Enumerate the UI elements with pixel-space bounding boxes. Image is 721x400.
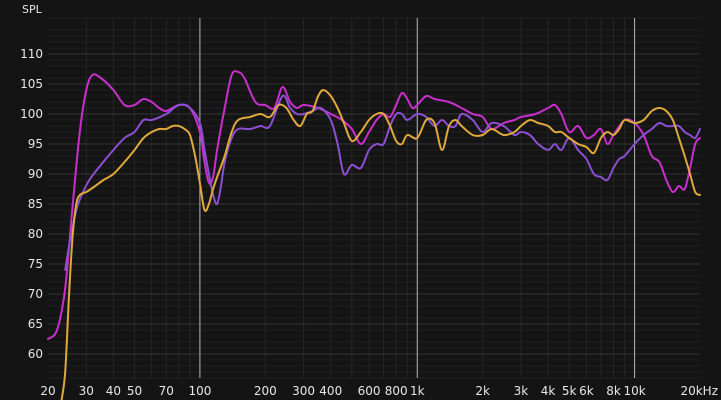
x-tick-label: 400 — [319, 384, 342, 398]
x-tick-label: 30 — [79, 384, 94, 398]
x-tick-label: 600 — [358, 384, 381, 398]
x-tick-label: 3k — [514, 384, 529, 398]
x-tick-label: 100 — [188, 384, 211, 398]
y-tick-label: 70 — [28, 287, 43, 301]
y-axis-title: SPL — [22, 3, 43, 16]
y-tick-label: 110 — [20, 47, 43, 61]
x-tick-label: 40 — [106, 384, 121, 398]
x-tick-label: 4k — [541, 384, 556, 398]
x-tick-labels: 20 30 40 50 70 100 200 300 400 600 800 1k 2k 3k 4k 5k 6k… — [40, 384, 718, 398]
x-tick-label: 200 — [254, 384, 277, 398]
x-tick-label: 70 — [159, 384, 174, 398]
x-tick-label: 20 — [40, 384, 55, 398]
y-tick-label: 100 — [20, 107, 43, 121]
y-tick-label: 90 — [28, 167, 43, 181]
y-tick-label: 105 — [20, 77, 43, 91]
y-tick-label: 75 — [28, 257, 43, 271]
x-tick-label: 20kHz — [680, 384, 718, 398]
x-tick-label: 50 — [127, 384, 142, 398]
frequency-response-chart: 20 30 40 50 70 100 200 300 400 600 800 1k 2k 3k 4k 5k 6k… — [0, 0, 721, 400]
x-tick-label: 1k — [410, 384, 425, 398]
grid — [48, 17, 700, 379]
y-tick-label: 60 — [28, 347, 43, 361]
y-tick-label: 95 — [28, 137, 43, 151]
y-tick-label: 85 — [28, 197, 43, 211]
x-tick-label: 300 — [292, 384, 315, 398]
x-tick-label: 800 — [385, 384, 408, 398]
x-tick-label: 6k — [579, 384, 594, 398]
x-tick-label: 10k — [623, 384, 645, 398]
x-tick-label: 2k — [475, 384, 490, 398]
x-tick-label: 5k — [562, 384, 577, 398]
x-tick-label: 8k — [606, 384, 621, 398]
y-tick-label: 80 — [28, 227, 43, 241]
y-tick-label: 65 — [28, 317, 43, 331]
